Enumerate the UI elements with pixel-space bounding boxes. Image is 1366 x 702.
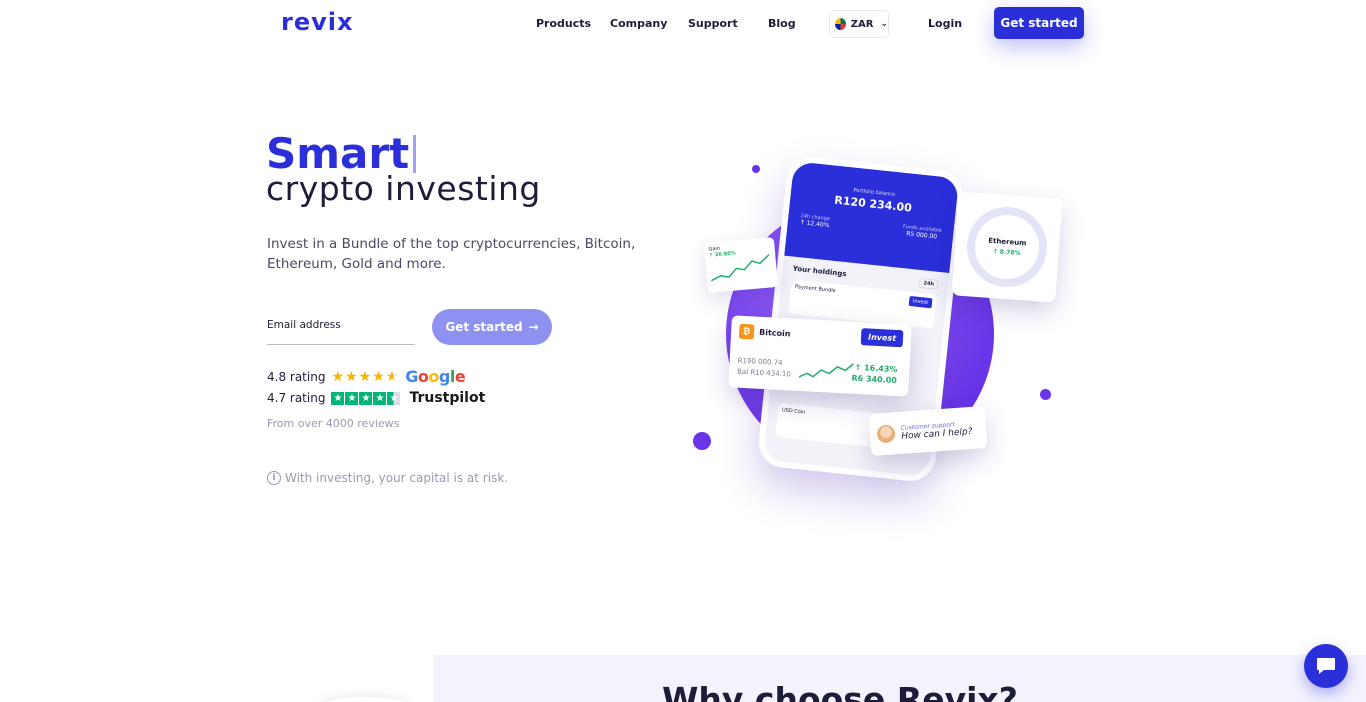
ethereum-name: Ethereum (987, 236, 1027, 248)
nav-support[interactable]: Support (688, 17, 738, 30)
support-avatar (876, 424, 896, 444)
risk-text: With investing, your capital is at risk. (285, 471, 509, 485)
email-field-wrapper (267, 313, 415, 345)
trustpilot-star-icon: ★ (359, 391, 373, 405)
holding-invest-button: Invest (908, 295, 933, 309)
ethereum-ring: Ethereum ↑ 8.78% (964, 204, 1050, 290)
decorative-shape (320, 697, 410, 702)
hero-illustration: Portfolio balance R120 234.00 24h change… (690, 154, 1090, 515)
gain-sparkline (710, 253, 770, 282)
star-icon: ★ (372, 368, 385, 385)
arrow-right-icon: → (528, 320, 539, 334)
bitcoin-card: ₿ Bitcoin Invest R190 000.74 Bal R10 434… (728, 315, 912, 397)
decor-dot (1040, 389, 1051, 400)
bitcoin-name: Bitcoin (758, 327, 791, 339)
holdings-title: Your holdings (792, 264, 847, 279)
bitcoin-invest-button: Invest (860, 328, 904, 348)
holdings-period: 24h (919, 277, 939, 290)
reviews-count: From over 4000 reviews (267, 417, 400, 430)
trustpilot-stars: ★ ★ ★ ★ ★ (331, 391, 401, 405)
trustpilot-rating-row: 4.7 rating ★ ★ ★ ★ ★ Trustpilot (267, 390, 485, 406)
google-logo[interactable]: Google (405, 367, 465, 386)
email-field[interactable] (267, 314, 415, 331)
star-icon: ★ (358, 368, 372, 385)
hero-description: Invest in a Bundle of the top cryptocurr… (267, 236, 636, 272)
trustpilot-logo[interactable]: Trustpilot (409, 390, 485, 406)
nav-blog[interactable]: Blog (768, 17, 796, 30)
star-half-icon: ★ (385, 368, 399, 385)
chat-bubble-icon (1317, 658, 1335, 674)
why-title-prefix: Why choose (662, 680, 897, 702)
trustpilot-star-icon: ★ (345, 391, 359, 405)
ethereum-pct: ↑ 8.78% (992, 248, 1021, 257)
nav-products[interactable]: Products (536, 17, 591, 30)
nav-company[interactable]: Company (610, 17, 667, 30)
phone-header: Portfolio balance R120 234.00 24h change… (784, 161, 960, 273)
get-started-hero-button[interactable]: Get started → (432, 309, 552, 345)
star-icon: ★ (345, 368, 358, 385)
bitcoin-values: R190 000.74 Bal R10 434.10 (737, 356, 792, 381)
info-icon: i (267, 471, 281, 485)
star-icon: ★ (331, 368, 345, 385)
chat-button[interactable] (1304, 644, 1348, 688)
get-started-hero-label: Get started (445, 320, 523, 334)
hero-title: crypto investing (266, 169, 541, 208)
risk-disclaimer: i With investing, your capital is at ris… (267, 471, 508, 485)
bitcoin-sparkline (798, 363, 854, 378)
google-stars: ★ ★ ★ ★ ★ (331, 370, 398, 384)
south-africa-flag-icon (835, 18, 846, 30)
decor-dot (752, 165, 760, 173)
currency-selector[interactable]: ZAR ⌄ (829, 10, 889, 38)
gain-card: Gain ↑ 26.80% (703, 237, 779, 293)
bitcoin-gain: R6 340.00 (851, 373, 898, 386)
ethereum-card: Ethereum ↑ 8.78% (951, 191, 1063, 303)
why-section-title: Why choose Revix? (662, 680, 1018, 702)
trustpilot-star-half-icon: ★ (387, 391, 401, 405)
bitcoin-icon: ₿ (738, 323, 755, 340)
why-title-brand: Revix? (896, 680, 1018, 702)
holding-name: Payment Bundle (794, 283, 836, 295)
google-rating-row: 4.8 rating ★ ★ ★ ★ ★ Google (267, 367, 466, 386)
get-started-nav-button[interactable]: Get started (994, 7, 1084, 39)
chevron-down-icon: ⌄ (880, 19, 888, 29)
trustpilot-rating-text: 4.7 rating (267, 391, 326, 405)
decor-dot (693, 432, 711, 450)
holding-name: USD Coin (781, 407, 806, 416)
trustpilot-star-icon: ★ (331, 391, 345, 405)
portfolio-stats: 24h change ↑ 12.40% Funds available R5 0… (799, 213, 942, 241)
customer-support-card: Customer support How can I help? (868, 406, 988, 456)
top-navigation: revix Products Company Support Blog ZAR … (0, 0, 1366, 46)
bitcoin-balance: Bal R10 434.10 (736, 367, 791, 379)
nav-login[interactable]: Login (928, 17, 962, 30)
currency-label: ZAR (850, 18, 874, 30)
revix-logo[interactable]: revix (281, 8, 353, 36)
trustpilot-star-icon: ★ (373, 391, 387, 405)
google-rating-text: 4.8 rating (267, 369, 326, 384)
bitcoin-performance: ↑ 16.43% R6 340.00 (851, 362, 897, 386)
trustpilot-logo-text: Trustpilot (409, 390, 486, 406)
